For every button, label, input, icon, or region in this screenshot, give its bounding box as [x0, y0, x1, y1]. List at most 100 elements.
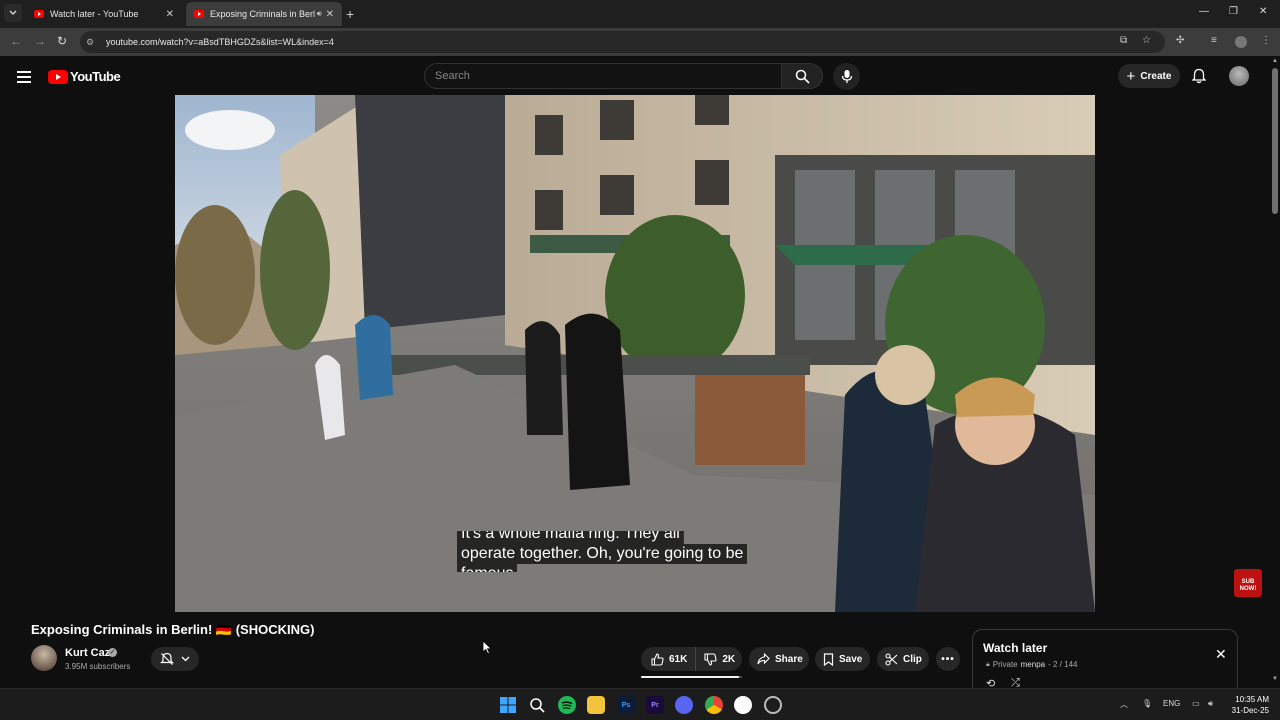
windows-start-icon[interactable] — [499, 696, 517, 714]
video-captions: It's a whole mafia ring. They all operat… — [457, 524, 767, 584]
notifications-bell-icon[interactable] — [1192, 68, 1206, 84]
youtube-masthead: YouTube + Create — [0, 56, 1270, 96]
dislike-button[interactable]: 2K — [696, 652, 743, 666]
window-close-icon[interactable]: ✕ — [1259, 6, 1267, 17]
photoshop-icon[interactable]: Ps — [617, 696, 635, 714]
address-bar[interactable]: ⚙ youtube.com/watch?v=aBsdTBHGDZs&list=W… — [80, 31, 1165, 53]
taskbar-search-icon[interactable] — [528, 696, 546, 714]
badge-text: SUB — [1241, 579, 1255, 585]
account-avatar[interactable] — [1229, 66, 1249, 86]
spotify-icon[interactable] — [558, 696, 576, 714]
system-clock[interactable]: 10:35 AM 31-Dec-25 — [1227, 694, 1269, 716]
save-bookmark-icon — [823, 652, 834, 666]
address-url[interactable]: youtube.com/watch?v=aBsdTBHGDZs&list=WL&… — [106, 37, 334, 47]
dislike-count: 2K — [722, 653, 736, 665]
minimize-icon[interactable]: — — [1199, 6, 1209, 17]
voice-search-button[interactable] — [833, 63, 860, 90]
playlist-title[interactable]: Watch later — [983, 641, 1047, 655]
back-icon[interactable]: ← — [10, 34, 22, 48]
lock-icon: 🔒︎ — [986, 660, 990, 668]
premiere-icon[interactable]: Pr — [646, 696, 664, 714]
windows-taskbar: Ps Pr ︿ 🎙︎ ENG ▭ 🔊︎ 10:35 AM 31-Dec-25 — [0, 688, 1280, 720]
search-box[interactable] — [424, 63, 782, 89]
new-tab-button[interactable]: + — [346, 6, 354, 22]
like-dislike-group: 61K 2K — [641, 647, 742, 671]
like-count: 61K — [669, 653, 688, 665]
search-input[interactable] — [435, 70, 781, 82]
profile-avatar-icon[interactable] — [1235, 36, 1247, 48]
tab-label: Exposing Criminals in Berlin — [210, 9, 315, 19]
channel-name[interactable]: Kurt Caz — [65, 647, 110, 659]
clock-time: 10:35 AM — [1235, 695, 1269, 704]
tray-overflow-icon[interactable]: ︿ — [1120, 699, 1128, 710]
tab-close-icon[interactable]: ✕ — [326, 9, 334, 20]
share-label: Share — [775, 653, 803, 665]
extensions-icon[interactable]: ✣ — [1176, 35, 1184, 46]
browser-menu-icon[interactable]: ⋮ — [1261, 35, 1271, 46]
like-ratio-fill — [641, 676, 739, 678]
playlist-meta: 🔒︎ Private menpa - 2 / 144 — [986, 660, 1077, 669]
restore-icon[interactable]: ❐ — [1229, 6, 1238, 17]
chevron-down-icon — [9, 10, 17, 15]
page-scrollbar[interactable]: ▲ ▼ — [1270, 56, 1280, 688]
browser-tab-video[interactable]: Exposing Criminals in Berlin 🔊︎ ✕ — [186, 2, 342, 26]
mouse-cursor-icon — [482, 640, 492, 655]
create-button[interactable]: + Create — [1118, 64, 1180, 88]
tray-display-icon[interactable]: ▭ — [1192, 699, 1200, 708]
caption-line: It's a whole mafia ring. They all — [457, 531, 684, 544]
like-button[interactable]: 61K — [641, 647, 697, 671]
browser-tab-strip: Watch later - YouTube ✕ Exposing Crimina… — [0, 0, 1280, 28]
youtube-favicon-icon — [34, 10, 44, 18]
browser-tab-watch-later[interactable]: Watch later - YouTube ✕ — [26, 2, 182, 26]
scrollbar-thumb[interactable] — [1272, 68, 1278, 214]
tray-microphone-icon[interactable]: 🎙︎ — [1142, 699, 1152, 708]
input-language[interactable]: ENG — [1163, 699, 1180, 708]
subscription-notifications-button[interactable] — [151, 647, 199, 671]
more-actions-button[interactable]: ••• — [936, 647, 960, 671]
clock-app-icon[interactable] — [734, 696, 752, 714]
search-button[interactable] — [781, 63, 823, 89]
discord-icon[interactable] — [675, 696, 693, 714]
youtube-favicon-icon — [194, 10, 204, 18]
scissors-icon — [885, 652, 898, 666]
install-app-icon[interactable]: ⧉ — [1120, 35, 1127, 46]
playlist-owner[interactable]: menpa — [1021, 660, 1045, 669]
browser-toolbar: ← → ↻ ⚙ youtube.com/watch?v=aBsdTBHGDZs&… — [0, 28, 1280, 56]
channel-avatar[interactable] — [31, 645, 57, 671]
thumbs-up-icon — [651, 652, 664, 666]
tab-close-icon[interactable]: ✕ — [166, 9, 174, 20]
thumbs-down-icon — [704, 652, 717, 666]
scroll-down-icon[interactable]: ▼ — [1272, 676, 1278, 682]
settings-icon[interactable] — [764, 696, 782, 714]
playlist-privacy: Private — [992, 660, 1018, 669]
save-button[interactable]: Save — [815, 647, 870, 671]
verified-badge-icon: ✓ — [108, 648, 117, 657]
bell-off-icon — [160, 652, 175, 665]
forward-icon[interactable]: → — [34, 34, 46, 48]
site-info-icon[interactable]: ⚙ — [86, 37, 100, 48]
share-button[interactable]: Share — [749, 647, 809, 671]
scroll-up-icon[interactable]: ▲ — [1272, 58, 1278, 64]
more-dots-icon: ••• — [941, 653, 955, 665]
file-explorer-icon[interactable] — [587, 696, 605, 714]
chrome-icon[interactable] — [705, 696, 723, 714]
tab-search-button[interactable] — [4, 4, 22, 22]
save-label: Save — [839, 653, 863, 665]
close-icon[interactable]: ✕ — [1215, 646, 1227, 663]
clip-button[interactable]: Clip — [877, 647, 929, 671]
badge-text: NOW! — [1239, 586, 1257, 592]
caption-line: operate together. Oh, you're going to be — [457, 544, 748, 564]
menu-icon[interactable] — [17, 71, 31, 86]
tray-volume-icon[interactable]: 🔊︎ — [1208, 699, 1213, 709]
subscribe-reminder-badge: SUB NOW! — [1234, 569, 1262, 597]
speaker-icon[interactable]: 🔊︎ — [317, 9, 322, 19]
bookmark-star-icon[interactable]: ☆ — [1142, 35, 1151, 46]
search-icon — [795, 69, 810, 84]
youtube-logo[interactable]: YouTube — [48, 69, 121, 84]
chevron-down-icon — [181, 656, 190, 662]
media-controls-icon[interactable]: ≡ — [1211, 35, 1217, 46]
youtube-wordmark: YouTube — [70, 69, 121, 84]
caption-line: famous — [457, 564, 518, 572]
video-title: Exposing Criminals in Berlin! 🇩🇪 (SHOCKI… — [31, 622, 315, 637]
reload-icon[interactable]: ↻ — [57, 34, 67, 48]
